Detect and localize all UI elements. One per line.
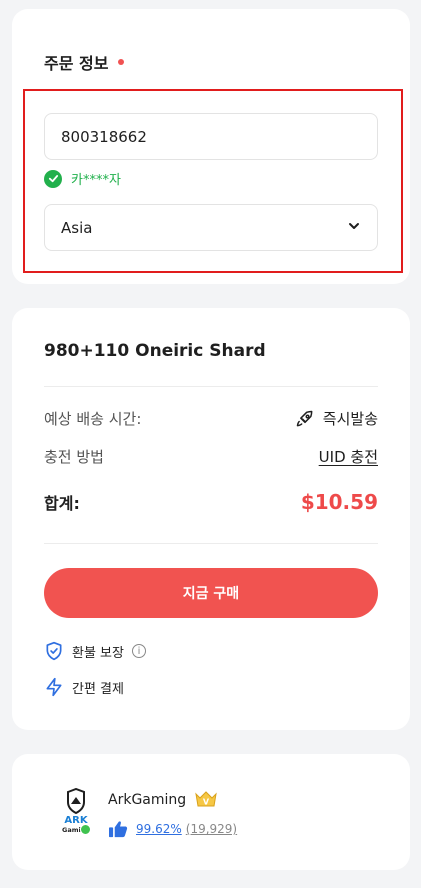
shield-check-icon <box>44 641 64 661</box>
svg-text:V: V <box>203 798 210 807</box>
seller-name[interactable]: ArkGaming <box>108 792 186 808</box>
divider <box>44 386 378 387</box>
total-row: 합계: $10.59 <box>44 490 378 514</box>
order-info-card: 주문 정보 카****자 Asia <box>12 9 410 284</box>
feature-easy-pay-label: 간편 결제 <box>72 681 124 697</box>
rating-row: 99.62% (19,929) <box>108 820 237 838</box>
feature-refund: 환불 보장 i <box>44 641 146 661</box>
delivery-value-wrap: 즉시발송 <box>295 408 378 429</box>
info-icon[interactable]: i <box>131 644 146 658</box>
vip-badge-icon: V <box>195 791 217 807</box>
feature-easy-pay: 간편 결제 <box>44 677 124 697</box>
method-label: 충전 방법 <box>44 448 104 466</box>
method-link[interactable]: UID 충전 <box>319 446 378 467</box>
server-select[interactable]: Asia <box>44 204 378 251</box>
method-row: 충전 방법 UID 충전 <box>44 446 378 467</box>
chevron-down-icon <box>347 219 361 237</box>
lightning-icon <box>44 677 64 697</box>
seller-logo[interactable]: ARK Gaming <box>52 787 100 836</box>
verified-name: 카****자 <box>71 173 121 188</box>
product-card: 980+110 Oneiric Shard 예상 배송 시간: 즉시발송 충전 … <box>12 308 410 730</box>
verification-status: 카****자 <box>44 169 121 188</box>
thumbs-up-icon <box>108 820 128 838</box>
seller-name-row: ArkGaming V <box>108 790 218 810</box>
product-name: 980+110 Oneiric Shard <box>44 341 266 361</box>
server-selected-value: Asia <box>61 218 93 237</box>
required-dot <box>118 59 125 65</box>
rocket-icon <box>295 409 315 429</box>
total-value: $10.59 <box>300 490 378 514</box>
total-label: 합계: <box>44 494 80 513</box>
delivery-row: 예상 배송 시간: 즉시발송 <box>44 408 378 429</box>
buy-now-button[interactable]: 지금 구매 <box>44 568 378 618</box>
delivery-value: 즉시발송 <box>322 410 378 428</box>
order-info-title: 주문 정보 <box>44 50 125 74</box>
delivery-label: 예상 배송 시간: <box>44 410 142 428</box>
online-status-dot <box>80 824 91 835</box>
feature-refund-label: 환불 보장 <box>72 645 124 661</box>
rating-count[interactable]: (19,929) <box>186 822 237 836</box>
order-info-title-text: 주문 정보 <box>44 54 109 73</box>
seller-card: ARK Gaming ArkGaming V 99.62% (19,929) <box>12 754 410 870</box>
uid-input[interactable] <box>44 113 378 160</box>
check-circle-icon <box>44 169 62 188</box>
rating-percent[interactable]: 99.62% <box>136 822 182 836</box>
divider <box>44 543 378 544</box>
